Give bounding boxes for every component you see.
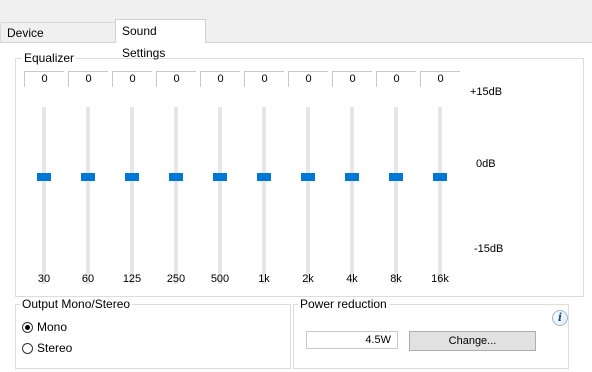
band-4k-slider-track[interactable] <box>350 107 354 284</box>
scale-mid-label: 0dB <box>476 158 496 170</box>
band-500-slider-thumb[interactable] <box>213 173 227 181</box>
band-1k-slider-track[interactable] <box>262 107 266 284</box>
band-2k-label: 2k <box>302 273 314 285</box>
change-button[interactable]: Change... <box>409 331 536 351</box>
scale-top-label: +15dB <box>470 86 503 98</box>
tab-sound-settings[interactable]: Sound Settings <box>115 19 206 60</box>
band-1k-value[interactable]: 0 <box>244 71 284 87</box>
equalizer-title: Equalizer <box>22 51 77 65</box>
band-30-slider-track[interactable] <box>42 107 46 284</box>
band-125-slider-track[interactable] <box>130 107 134 284</box>
power-reduction-value: 4.5W <box>306 331 398 349</box>
band-16k-slider-track[interactable] <box>438 107 442 284</box>
band-500-value[interactable]: 0 <box>200 71 240 87</box>
output-mode-group: Output Mono/Stereo Mono Stereo <box>15 297 291 369</box>
band-250-value[interactable]: 0 <box>156 71 196 87</box>
band-125-value[interactable]: 0 <box>112 71 152 87</box>
band-4k-slider-thumb[interactable] <box>345 173 359 181</box>
output-mode-title: Output Mono/Stereo <box>20 297 133 311</box>
band-500-slider-track[interactable] <box>218 107 222 284</box>
mono-label: Mono <box>37 320 68 334</box>
band-8k-value[interactable]: 0 <box>376 71 416 87</box>
band-2k-slider-track[interactable] <box>306 107 310 284</box>
band-250-label: 250 <box>166 273 186 285</box>
band-8k-slider-track[interactable] <box>394 107 398 284</box>
tab-strip: Device Parameters Sound Settings <box>0 0 592 60</box>
band-500-label: 500 <box>210 273 230 285</box>
band-16k-label: 16k <box>431 273 449 285</box>
stereo-radio[interactable] <box>22 342 33 354</box>
band-60-value[interactable]: 0 <box>68 71 108 87</box>
band-2k-value[interactable]: 0 <box>288 71 328 87</box>
band-1k-slider-thumb[interactable] <box>257 173 271 181</box>
band-1k-label: 1k <box>258 273 270 285</box>
band-30-slider-thumb[interactable] <box>37 173 51 181</box>
band-16k-value[interactable]: 0 <box>420 71 460 87</box>
tab-device-parameters[interactable]: Device Parameters <box>0 22 116 60</box>
band-30-value[interactable]: 0 <box>24 71 64 87</box>
band-4k-label: 4k <box>346 273 358 285</box>
stereo-label: Stereo <box>37 341 73 355</box>
band-250-slider-thumb[interactable] <box>169 173 183 181</box>
band-60-slider-track[interactable] <box>86 107 90 284</box>
info-icon[interactable]: i <box>552 310 568 326</box>
sound-settings-panel: Equalizer 0 0 0 0 0 0 0 0 0 0 30 60 125 … <box>0 42 592 372</box>
band-16k-slider-thumb[interactable] <box>433 173 447 181</box>
band-60-slider-thumb[interactable] <box>81 173 95 181</box>
band-4k-value[interactable]: 0 <box>332 71 372 87</box>
band-60-label: 60 <box>81 273 95 285</box>
band-8k-slider-thumb[interactable] <box>389 173 403 181</box>
sound-settings-window: Device Parameters Sound Settings Equaliz… <box>0 0 592 372</box>
power-reduction-title: Power reduction <box>298 297 389 311</box>
mono-option[interactable]: Mono <box>22 320 67 334</box>
band-125-slider-thumb[interactable] <box>125 173 139 181</box>
power-reduction-group: Power reduction i 4.5W Change... <box>293 297 569 369</box>
band-2k-slider-thumb[interactable] <box>301 173 315 181</box>
band-125-label: 125 <box>122 273 142 285</box>
band-30-label: 30 <box>37 273 51 285</box>
band-250-slider-track[interactable] <box>174 107 178 284</box>
stereo-option[interactable]: Stereo <box>22 341 72 355</box>
equalizer-group: Equalizer 0 0 0 0 0 0 0 0 0 0 30 60 125 … <box>15 51 584 297</box>
scale-bottom-label: -15dB <box>474 243 504 255</box>
mono-radio[interactable] <box>22 321 33 333</box>
band-8k-label: 8k <box>390 273 402 285</box>
